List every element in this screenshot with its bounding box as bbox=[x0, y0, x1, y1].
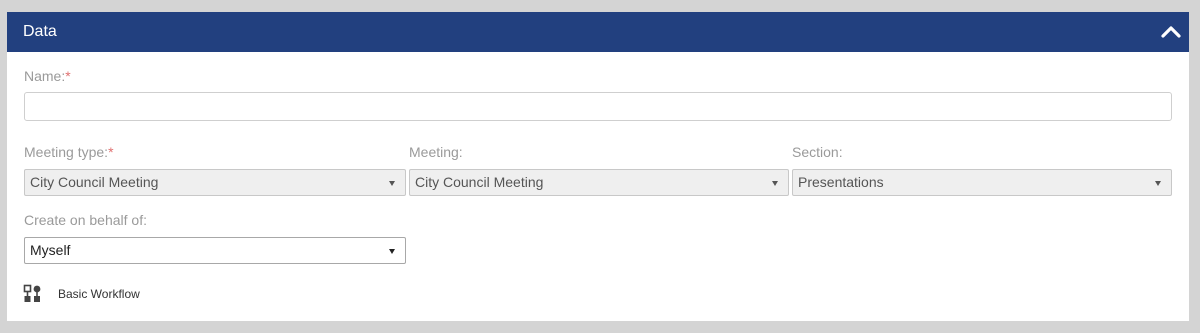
dropdown-arrow-icon bbox=[389, 181, 395, 186]
name-input[interactable] bbox=[24, 92, 1172, 121]
meeting-select[interactable]: City Council Meeting bbox=[409, 169, 789, 196]
data-panel: Data Name:* Meeting type:* City Council … bbox=[7, 12, 1189, 321]
section-select[interactable]: Presentations bbox=[792, 169, 1172, 196]
dropdown-arrow-icon bbox=[772, 181, 778, 186]
dropdown-arrow-icon bbox=[389, 249, 395, 254]
meeting-type-select[interactable]: City Council Meeting bbox=[24, 169, 406, 196]
panel-title: Data bbox=[23, 23, 57, 40]
behalf-label-text: Create on behalf of: bbox=[24, 212, 147, 228]
chevron-up-icon[interactable] bbox=[1159, 20, 1183, 44]
section-label-text: Section: bbox=[792, 144, 843, 160]
meeting-type-value: City Council Meeting bbox=[30, 174, 159, 190]
meeting-type-label: Meeting type:* bbox=[24, 144, 114, 160]
section-label: Section: bbox=[792, 144, 843, 160]
workflow-icon bbox=[23, 284, 43, 304]
section-value: Presentations bbox=[798, 174, 884, 190]
meeting-type-label-text: Meeting type: bbox=[24, 144, 109, 160]
name-label-text: Name: bbox=[24, 68, 66, 84]
workflow-label: Basic Workflow bbox=[58, 287, 140, 301]
required-marker: * bbox=[108, 144, 114, 160]
required-marker: * bbox=[65, 68, 71, 84]
meeting-label-text: Meeting: bbox=[409, 144, 463, 160]
dropdown-arrow-icon bbox=[1155, 181, 1161, 186]
panel-header[interactable]: Data bbox=[7, 12, 1189, 52]
behalf-value: Myself bbox=[30, 242, 71, 258]
name-label: Name:* bbox=[24, 68, 71, 84]
meeting-value: City Council Meeting bbox=[415, 174, 544, 190]
behalf-select[interactable]: Myself bbox=[24, 237, 406, 264]
meeting-label: Meeting: bbox=[409, 144, 463, 160]
behalf-label: Create on behalf of: bbox=[24, 212, 147, 228]
